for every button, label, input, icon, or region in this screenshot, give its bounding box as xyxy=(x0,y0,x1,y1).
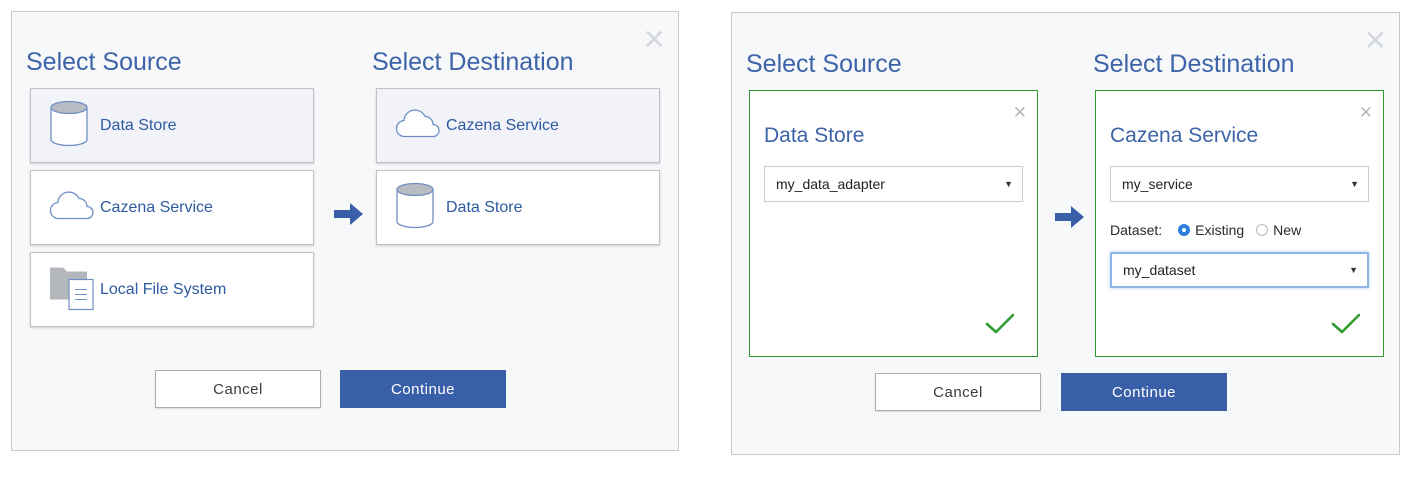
close-icon[interactable]: ✕ xyxy=(643,26,666,54)
select-value: my_service xyxy=(1122,176,1193,192)
close-icon[interactable]: ✕ xyxy=(1013,103,1027,123)
data-adapter-select[interactable]: my_data_adapter ▼ xyxy=(764,166,1023,202)
destination-option-data-store[interactable]: Data Store xyxy=(376,170,660,245)
continue-button[interactable]: Continue xyxy=(1061,373,1227,411)
option-label: Local File System xyxy=(100,280,227,298)
destination-option-cazena-service[interactable]: Cazena Service xyxy=(376,88,660,163)
select-source-destination-dialog: ✕ Select Source Select Destination Data … xyxy=(11,11,679,451)
cloud-icon xyxy=(49,190,95,225)
cancel-button[interactable]: Cancel xyxy=(155,370,321,408)
select-value: my_data_adapter xyxy=(776,176,885,192)
source-option-local-file-system[interactable]: Local File System xyxy=(30,252,314,327)
folder-file-icon xyxy=(49,263,95,316)
checkmark-icon xyxy=(985,313,1015,340)
cylinder-icon xyxy=(49,99,89,152)
option-label: Cazena Service xyxy=(446,116,559,134)
source-heading: Select Source xyxy=(746,50,902,78)
radio-unselected-icon xyxy=(1256,224,1269,236)
option-label: Cazena Service xyxy=(100,198,213,216)
destination-heading: Select Destination xyxy=(1093,50,1295,78)
source-option-cazena-service[interactable]: Cazena Service xyxy=(30,170,314,245)
close-icon[interactable]: ✕ xyxy=(1359,103,1373,123)
caret-down-icon: ▼ xyxy=(1350,179,1359,189)
destination-config-box: ✕ Cazena Service my_service ▼ Dataset: E… xyxy=(1095,90,1384,357)
close-icon[interactable]: ✕ xyxy=(1364,27,1387,55)
source-config-box: ✕ Data Store my_data_adapter ▼ xyxy=(749,90,1038,357)
radio-new[interactable]: New xyxy=(1256,222,1301,238)
cylinder-icon xyxy=(395,181,435,234)
dataset-select[interactable]: my_dataset ▼ xyxy=(1110,252,1369,288)
source-box-title: Data Store xyxy=(764,124,865,147)
service-select[interactable]: my_service ▼ xyxy=(1110,166,1369,202)
radio-existing[interactable]: Existing xyxy=(1178,222,1244,238)
radio-selected-icon xyxy=(1178,224,1191,236)
arrow-right-icon xyxy=(1055,206,1085,233)
checkmark-icon xyxy=(1331,313,1361,340)
source-heading: Select Source xyxy=(26,48,182,76)
dataset-option-row: Dataset: Existing New xyxy=(1110,222,1301,238)
radio-new-label: New xyxy=(1273,222,1302,238)
cloud-icon xyxy=(395,108,441,143)
dataset-label: Dataset: xyxy=(1110,222,1163,238)
option-label: Data Store xyxy=(100,116,177,134)
radio-existing-label: Existing xyxy=(1195,222,1245,238)
configure-source-destination-dialog: ✕ Select Source Select Destination ✕ Dat… xyxy=(731,12,1400,455)
arrow-right-icon xyxy=(334,203,364,230)
option-label: Data Store xyxy=(446,198,523,216)
caret-down-icon: ▼ xyxy=(1004,179,1013,189)
destination-box-title: Cazena Service xyxy=(1110,124,1259,147)
continue-button[interactable]: Continue xyxy=(340,370,506,408)
select-value: my_dataset xyxy=(1123,262,1196,278)
source-option-data-store[interactable]: Data Store xyxy=(30,88,314,163)
caret-down-icon: ▼ xyxy=(1349,265,1358,275)
cancel-button[interactable]: Cancel xyxy=(875,373,1041,411)
destination-heading: Select Destination xyxy=(372,48,574,76)
